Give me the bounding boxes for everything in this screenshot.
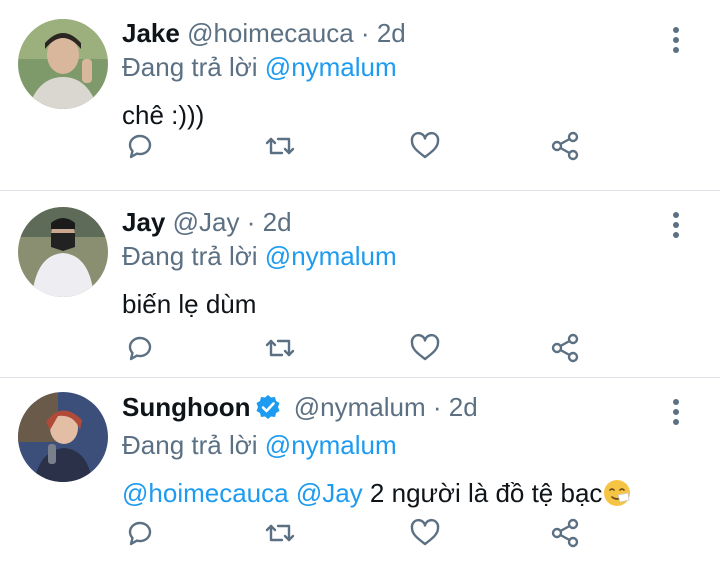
timestamp[interactable]: 2d [263,207,292,237]
tweet-mention[interactable]: @hoimecauca [122,478,289,508]
more-vertical-icon[interactable] [672,211,680,239]
separator-dot: · [432,392,442,422]
display-name[interactable]: Jake [122,18,180,48]
avatar[interactable] [18,392,108,482]
display-name[interactable]: Jay [122,207,165,237]
timestamp[interactable]: 2d [449,392,478,422]
share-icon[interactable] [547,128,583,164]
tweet-header: Jake @hoimecauca · 2d [122,16,660,50]
separator-dot: · [360,18,370,48]
retweet-icon[interactable] [262,128,298,164]
reply-icon[interactable] [122,330,158,366]
heart-icon[interactable] [407,515,443,551]
user-handle[interactable]: @hoimecauca [187,18,354,48]
tweet-actions [122,515,592,551]
more-vertical-icon[interactable] [672,26,680,54]
tweet-header: Sunghoon @nymalum · 2d [122,390,660,428]
tweet-header: Jay @Jay · 2d [122,205,660,239]
more-vertical-icon[interactable] [672,398,680,426]
replying-to-label: Đang trả lời [122,430,258,460]
user-handle[interactable]: @nymalum [294,392,426,422]
tweet-text: @hoimecauca @Jay 2 người là đồ tệ bạc [122,476,660,516]
tweet-text: biến lẹ dùm [122,289,257,319]
reply-icon[interactable] [122,128,158,164]
timestamp[interactable]: 2d [377,18,406,48]
tweet-body: 2 người là đồ tệ bạc [369,478,603,508]
share-icon[interactable] [547,330,583,366]
tweet-actions [122,128,592,164]
replying-to-label: Đang trả lời [122,241,258,271]
display-name[interactable]: Sunghoon [122,392,251,422]
separator-dot: · [246,207,256,237]
replying-to: Đang trả lời @nymalum [122,428,660,462]
verified-badge-icon [255,394,281,428]
tweet-text: chê :))) [122,100,205,130]
replying-to-mention[interactable]: @nymalum [265,52,397,82]
retweet-icon[interactable] [262,515,298,551]
replying-to-mention[interactable]: @nymalum [265,430,397,460]
share-icon[interactable] [547,515,583,551]
reply-icon[interactable] [122,515,158,551]
user-handle[interactable]: @Jay [173,207,240,237]
sneezing-face-emoji [602,478,632,516]
tweet-actions [122,330,592,366]
heart-icon[interactable] [407,128,443,164]
replying-to: Đang trả lời @nymalum [122,239,660,273]
tweet-card[interactable]: Jay @Jay · 2d Đang trả lời @nymalum biến… [0,191,720,377]
tweet-card[interactable]: Sunghoon @nymalum · 2d Đang trả lời @nym… [0,378,720,564]
heart-icon[interactable] [407,330,443,366]
tweet-mention[interactable]: @Jay [296,478,363,508]
avatar[interactable] [18,207,108,297]
avatar[interactable] [18,19,108,109]
tweet-card[interactable]: Jake @hoimecauca · 2d Đang trả lời @nyma… [0,0,720,190]
retweet-icon[interactable] [262,330,298,366]
replying-to: Đang trả lời @nymalum [122,50,660,84]
replying-to-mention[interactable]: @nymalum [265,241,397,271]
replying-to-label: Đang trả lời [122,52,258,82]
